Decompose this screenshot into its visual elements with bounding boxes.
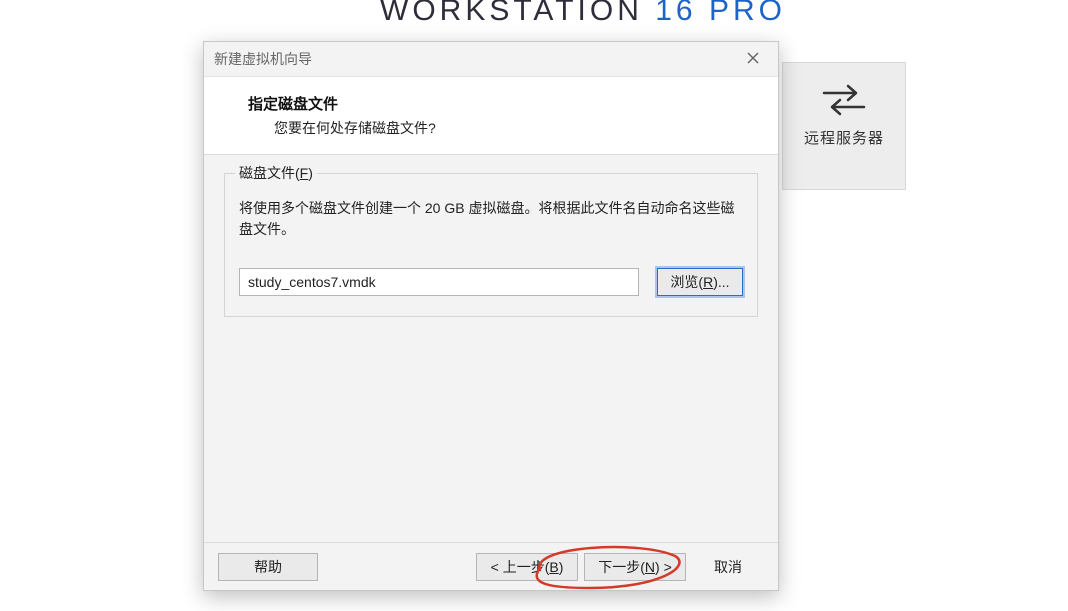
- dialog-footer: 帮助 < 上一步(B) 下一步(N) > 取消: [204, 542, 778, 590]
- dialog-titlebar: 新建虚拟机向导: [204, 42, 778, 77]
- back-button[interactable]: < 上一步(B): [476, 553, 578, 581]
- disk-file-group: 磁盘文件(F) 将使用多个磁盘文件创建一个 20 GB 虚拟磁盘。将根据此文件名…: [224, 173, 758, 317]
- disk-file-legend: 磁盘文件(F): [235, 163, 317, 183]
- header-title: 指定磁盘文件: [218, 93, 764, 114]
- remote-server-card[interactable]: 远程服务器: [782, 62, 906, 190]
- help-button[interactable]: 帮助: [218, 553, 318, 581]
- dialog-title: 新建虚拟机向导: [214, 51, 312, 67]
- close-button[interactable]: [734, 42, 772, 76]
- remote-server-label: 远程服务器: [783, 127, 905, 148]
- close-icon: [747, 52, 759, 64]
- dialog-body: 磁盘文件(F) 将使用多个磁盘文件创建一个 20 GB 虚拟磁盘。将根据此文件名…: [204, 155, 778, 327]
- header-subtitle: 您要在何处存储磁盘文件?: [218, 114, 764, 138]
- next-button[interactable]: 下一步(N) >: [584, 553, 686, 581]
- browse-button[interactable]: 浏览(R)...: [657, 268, 743, 296]
- brand-word-3: PRO: [709, 0, 786, 27]
- disk-file-input[interactable]: [239, 268, 639, 296]
- brand-word-2: 16: [655, 0, 696, 27]
- dialog-header: 指定磁盘文件 您要在何处存储磁盘文件?: [204, 77, 778, 155]
- disk-file-description: 将使用多个磁盘文件创建一个 20 GB 虚拟磁盘。将根据此文件名自动命名这些磁盘…: [239, 198, 743, 240]
- disk-file-row: 浏览(R)...: [239, 268, 743, 296]
- brand-text: WORKSTATION 16 PRO: [380, 0, 786, 28]
- connect-arrows-icon: [820, 81, 868, 117]
- brand-word-1: WORKSTATION: [380, 0, 643, 27]
- new-vm-wizard-dialog: 新建虚拟机向导 指定磁盘文件 您要在何处存储磁盘文件? 磁盘文件(F) 将使用多…: [203, 41, 779, 591]
- cancel-button[interactable]: 取消: [692, 553, 764, 581]
